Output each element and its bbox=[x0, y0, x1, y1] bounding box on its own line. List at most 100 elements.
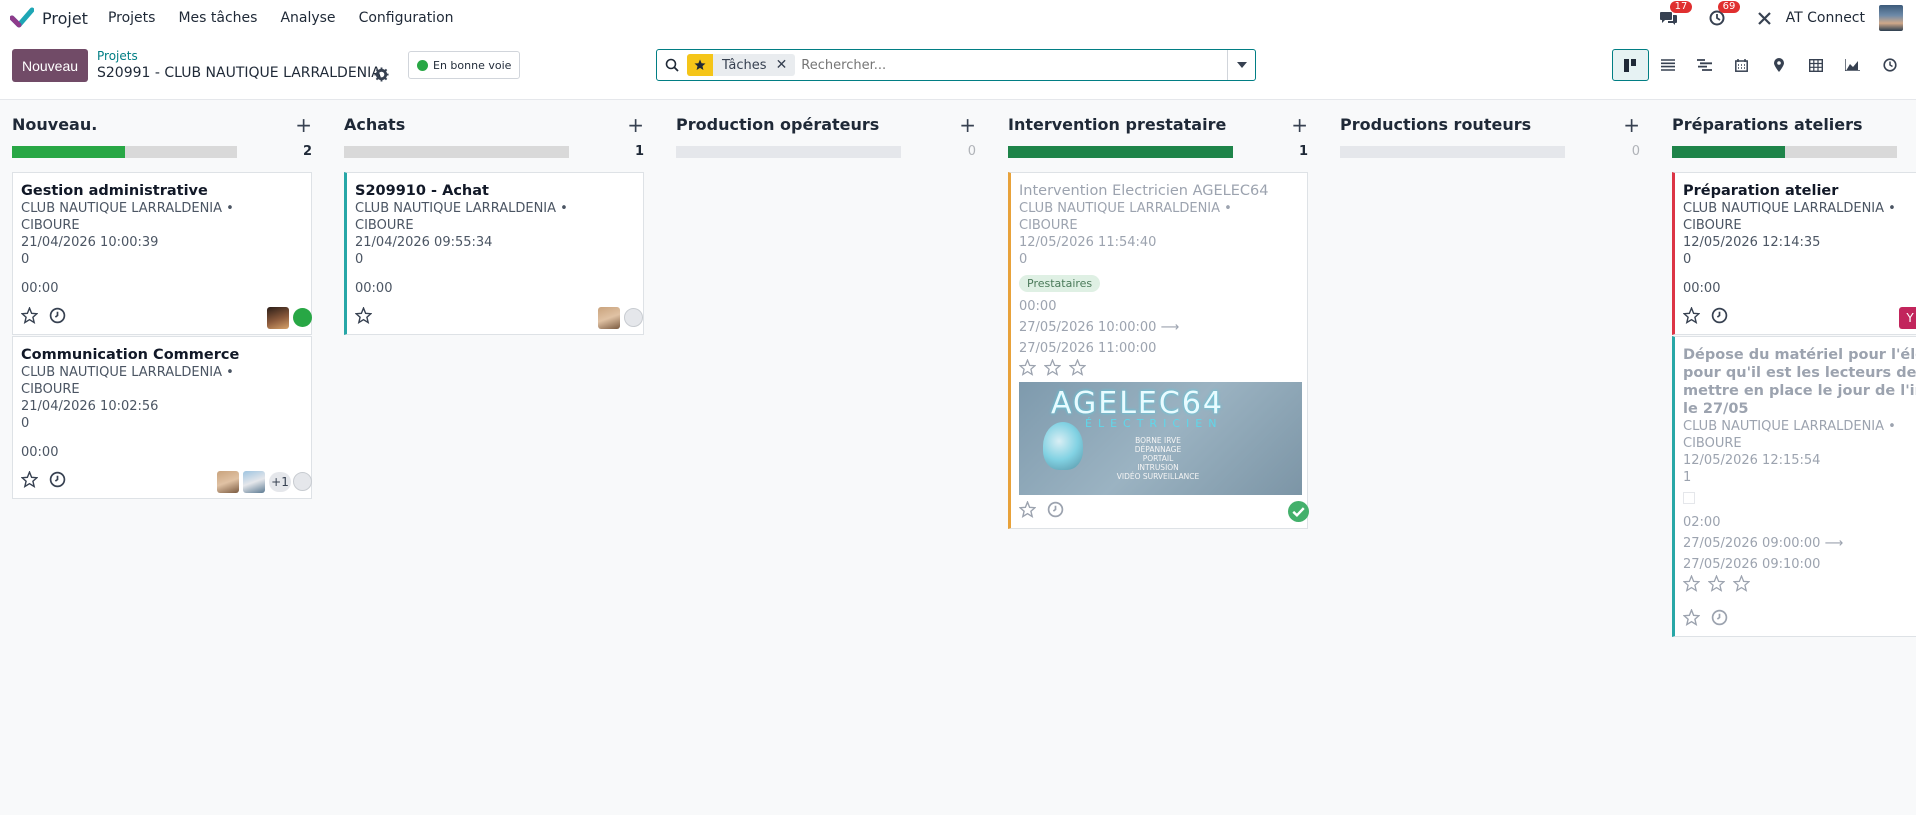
add-card-icon[interactable]: + bbox=[295, 113, 312, 137]
company-switcher[interactable]: AT Connect bbox=[1786, 10, 1865, 26]
card-tag[interactable]: Prestataires bbox=[1019, 275, 1101, 292]
column-progress-bar[interactable] bbox=[1340, 146, 1565, 158]
priority-star-icon[interactable] bbox=[1068, 358, 1087, 376]
star-icon[interactable] bbox=[20, 306, 39, 328]
map-view-button[interactable] bbox=[1760, 49, 1797, 81]
task-card[interactable]: Communication Commerce CLUB NAUTIQUE LAR… bbox=[12, 336, 312, 499]
priority-star-icon[interactable] bbox=[1707, 574, 1726, 592]
add-card-icon[interactable]: + bbox=[627, 113, 644, 137]
menu-mes-taches[interactable]: Mes tâches bbox=[178, 10, 257, 26]
column-title[interactable]: Préparations ateliers bbox=[1672, 115, 1863, 134]
app-logo-icon[interactable] bbox=[10, 7, 34, 29]
activity-clock-icon bbox=[1882, 58, 1897, 72]
kanban-view-button[interactable] bbox=[1612, 49, 1649, 81]
column-title[interactable]: Nouveau. bbox=[12, 115, 97, 134]
column-progress-bar[interactable] bbox=[676, 146, 901, 158]
column-title[interactable]: Production opérateurs bbox=[676, 115, 879, 134]
assignee-avatar[interactable] bbox=[217, 471, 239, 493]
search-input[interactable] bbox=[801, 57, 1227, 73]
card-hours: 00:00 bbox=[21, 281, 59, 296]
kanban-column-preparations-ateliers: Préparations ateliers Préparation atelie… bbox=[1672, 100, 1916, 815]
menu-configuration[interactable]: Configuration bbox=[359, 10, 454, 26]
star-icon[interactable] bbox=[1682, 306, 1701, 328]
gantt-view-button[interactable] bbox=[1686, 49, 1723, 81]
card-count: 0 bbox=[21, 416, 30, 431]
card-hours: 00:00 bbox=[1683, 281, 1721, 296]
column-progress-bar[interactable] bbox=[344, 146, 569, 158]
priority-star-icon[interactable] bbox=[1732, 574, 1751, 592]
column-title[interactable]: Intervention prestataire bbox=[1008, 115, 1226, 134]
user-avatar[interactable] bbox=[1879, 5, 1903, 31]
menu-projets[interactable]: Projets bbox=[108, 10, 156, 26]
search-facet: Tâches ✕ bbox=[687, 54, 796, 76]
column-title[interactable]: Achats bbox=[344, 115, 405, 134]
task-card[interactable]: Gestion administrative CLUB NAUTIQUE LAR… bbox=[12, 172, 312, 335]
more-assignees-badge[interactable]: +1 bbox=[269, 472, 291, 492]
graph-view-button[interactable] bbox=[1834, 49, 1871, 81]
task-card[interactable]: Intervention Electricien AGELEC64 CLUB N… bbox=[1008, 172, 1309, 529]
column-progress-bar[interactable] bbox=[1008, 146, 1233, 158]
tools-button[interactable] bbox=[1754, 7, 1776, 29]
facet-remove-icon[interactable]: ✕ bbox=[776, 57, 796, 73]
priority-star-icon[interactable] bbox=[1043, 358, 1062, 376]
activity-clock-icon[interactable] bbox=[1711, 609, 1728, 630]
pivot-view-button[interactable] bbox=[1797, 49, 1834, 81]
menu-analyse[interactable]: Analyse bbox=[280, 10, 335, 26]
assignee-avatar[interactable] bbox=[243, 471, 265, 493]
activity-clock-icon[interactable] bbox=[1047, 501, 1064, 522]
column-title[interactable]: Productions routeurs bbox=[1340, 115, 1531, 134]
star-icon[interactable] bbox=[354, 306, 373, 328]
column-header: Préparations ateliers bbox=[1672, 115, 1916, 135]
assignee-avatar[interactable] bbox=[267, 307, 289, 329]
activity-clock-icon[interactable] bbox=[1711, 307, 1728, 328]
kanban-column-intervention-prestataire: Intervention prestataire + 1 Interventio… bbox=[1008, 100, 1309, 815]
column-header: Achats + bbox=[344, 113, 644, 137]
task-card[interactable]: Préparation atelier CLUB NAUTIQUE LARRAL… bbox=[1672, 172, 1916, 335]
star-icon[interactable] bbox=[1018, 500, 1037, 522]
column-progress-bar[interactable] bbox=[1672, 146, 1897, 158]
card-start-date: 27/05/2026 10:00:00 ⟶ bbox=[1019, 319, 1299, 336]
gear-icon[interactable] bbox=[374, 67, 389, 82]
assignee-avatar[interactable] bbox=[598, 307, 620, 329]
task-card[interactable]: S209910 - Achat CLUB NAUTIQUE LARRALDENI… bbox=[344, 172, 644, 335]
search-options-toggle[interactable] bbox=[1227, 50, 1255, 80]
state-dot[interactable] bbox=[293, 308, 312, 327]
kanban-column-nouveau: Nouveau. + 2 Gestion administrative CLUB… bbox=[12, 100, 312, 815]
star-icon[interactable] bbox=[20, 470, 39, 492]
project-status-button[interactable]: En bonne voie bbox=[408, 51, 521, 79]
activities-button[interactable]: 69 bbox=[1706, 1, 1741, 29]
done-check-icon[interactable] bbox=[1288, 501, 1309, 526]
activities-count-badge: 69 bbox=[1717, 1, 1741, 13]
calendar-view-button[interactable] bbox=[1723, 49, 1760, 81]
activity-clock-icon[interactable] bbox=[49, 307, 66, 328]
progress-fill bbox=[1672, 146, 1785, 158]
card-title-line: mettre en place le jour de l'interv bbox=[1683, 383, 1916, 399]
add-card-icon[interactable]: + bbox=[1623, 113, 1640, 137]
list-view-button[interactable] bbox=[1649, 49, 1686, 81]
app-name[interactable]: Projet bbox=[42, 9, 88, 28]
priority-star-icon[interactable] bbox=[1018, 358, 1037, 376]
messaging-button[interactable]: 17 bbox=[1658, 1, 1693, 29]
assignee-avatar[interactable]: Y bbox=[1899, 307, 1916, 329]
cover-service: PORTAIL bbox=[1142, 454, 1174, 463]
activity-clock-icon[interactable] bbox=[49, 471, 66, 492]
star-icon[interactable] bbox=[1682, 608, 1701, 630]
card-footer: +1 bbox=[20, 470, 312, 493]
card-date: 12/05/2026 12:14:35 bbox=[1683, 235, 1821, 250]
new-button[interactable]: Nouveau bbox=[12, 49, 89, 82]
start-date-text: 27/05/2026 10:00:00 bbox=[1019, 320, 1157, 335]
kanban-view-icon bbox=[1623, 58, 1636, 72]
priority-star-icon[interactable] bbox=[1682, 574, 1701, 592]
add-card-icon[interactable]: + bbox=[1291, 113, 1308, 137]
card-customer: CLUB NAUTIQUE LARRALDENIA • bbox=[21, 365, 234, 380]
state-dot[interactable] bbox=[624, 308, 643, 327]
task-card[interactable]: Dépose du matériel pour l'électri pour q… bbox=[1672, 336, 1916, 637]
add-card-icon[interactable]: + bbox=[959, 113, 976, 137]
column-progress-bar[interactable] bbox=[12, 146, 237, 158]
progress-fill bbox=[1008, 146, 1233, 158]
card-checkbox[interactable] bbox=[1683, 492, 1695, 504]
card-customer: CLUB NAUTIQUE LARRALDENIA • bbox=[1683, 419, 1896, 434]
state-dot[interactable] bbox=[293, 472, 312, 491]
breadcrumb-projects-link[interactable]: Projets bbox=[97, 49, 138, 63]
activity-view-button[interactable] bbox=[1871, 49, 1908, 81]
